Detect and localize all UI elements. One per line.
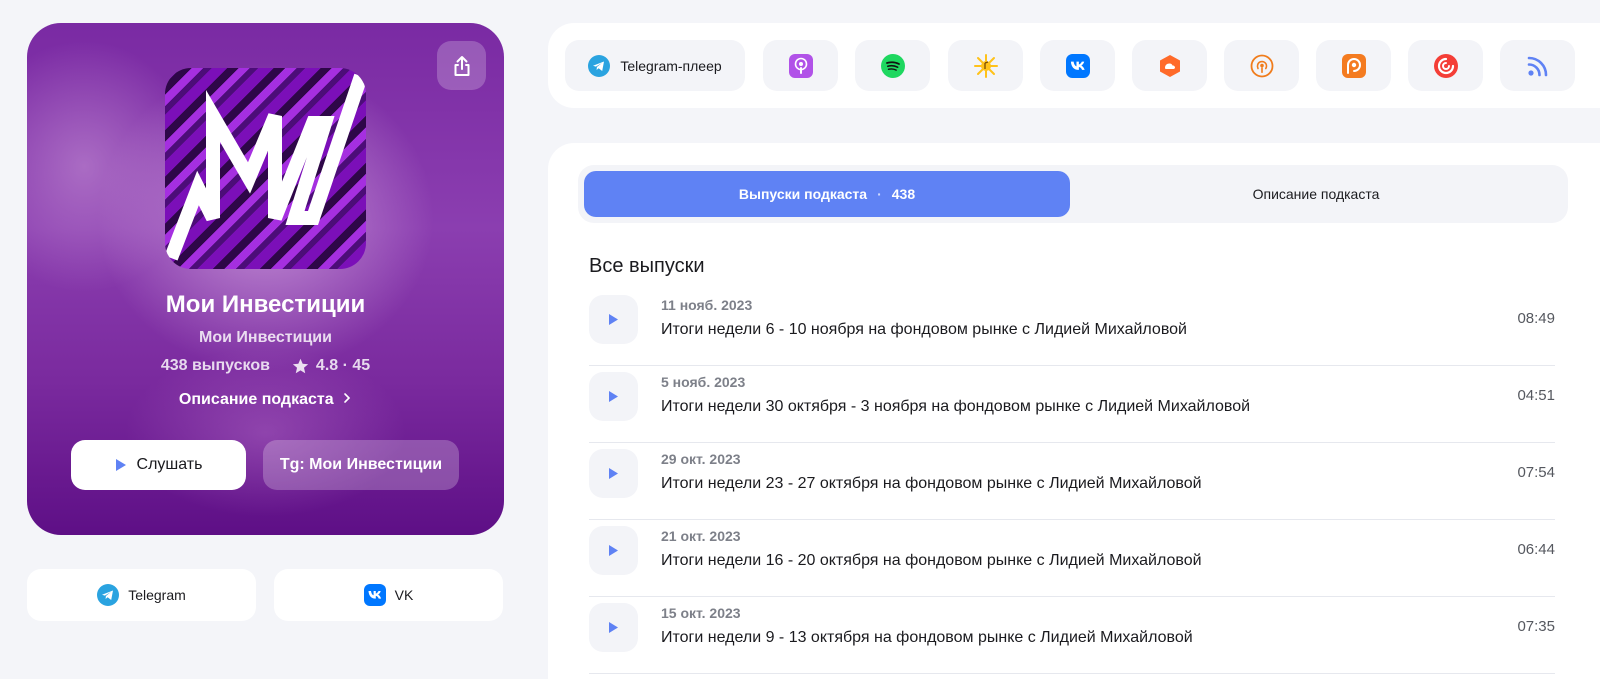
star-icon (292, 358, 309, 374)
podcast-antenna-icon (1250, 54, 1273, 77)
episode-row[interactable]: 11 нояб. 2023 Итоги недели 6 - 10 ноября… (589, 289, 1555, 366)
tab-episodes-label: Выпуски подкаста (738, 186, 868, 202)
tab-description[interactable]: Описание подкаста (1070, 171, 1562, 217)
soundstream-icon (1159, 54, 1180, 77)
description-link[interactable]: Описание подкаста (27, 391, 504, 409)
episode-duration: 08:49 (1517, 310, 1555, 327)
vk-icon (1065, 53, 1090, 78)
play-icon (115, 459, 126, 471)
platform-soundstream[interactable] (1132, 40, 1207, 91)
platform-telegram-player-label: Telegram-плеер (620, 57, 722, 74)
episode-list: 11 нояб. 2023 Итоги недели 6 - 10 ноября… (589, 289, 1555, 674)
play-icon (609, 545, 618, 556)
episode-title[interactable]: Итоги недели 30 октября - 3 ноября на фо… (661, 398, 1250, 416)
pocket-casts-icon (1433, 53, 1458, 78)
episode-play-button[interactable] (589, 603, 638, 652)
chevron-right-icon (344, 393, 351, 403)
platform-telegram-player[interactable]: Telegram-плеер (565, 40, 745, 91)
episode-date: 15 окт. 2023 (661, 605, 741, 621)
telegram-link-button[interactable]: Telegram (27, 569, 256, 621)
platform-rss[interactable] (1500, 40, 1575, 91)
yandex-music-icon (973, 53, 998, 78)
episode-play-button[interactable] (589, 449, 638, 498)
section-title: Все выпуски (589, 255, 705, 277)
platform-yandex-music[interactable] (948, 40, 1023, 91)
podcast-author: Мои Инвестиции (199, 329, 332, 346)
tab-episodes[interactable]: Выпуски подкаста · 438 (584, 171, 1070, 217)
listen-label: Слушать (136, 456, 203, 473)
podcast-title: Мои Инвестиции (165, 291, 366, 318)
spotify-icon (880, 53, 905, 78)
platform-podcast-antenna[interactable] (1224, 40, 1299, 91)
listen-button[interactable]: Слушать (71, 440, 246, 490)
apple-podcasts-icon (788, 53, 813, 78)
episode-duration: 07:54 (1517, 464, 1555, 481)
episodes-panel: Выпуски подкаста · 438 Описание подкаста… (548, 143, 1600, 679)
episode-play-button[interactable] (589, 372, 638, 421)
tab-separator: · (877, 186, 882, 202)
tab-bar: Выпуски подкаста · 438 Описание подкаста (578, 165, 1568, 223)
episode-duration: 06:44 (1517, 541, 1555, 558)
episode-title[interactable]: Итоги недели 16 - 20 октября на фондовом… (661, 552, 1202, 570)
platform-spotify[interactable] (855, 40, 930, 91)
platforms-bar: Telegram-плеер (548, 23, 1600, 108)
podcast-logo-icon (165, 73, 366, 261)
episodes-count: 438 выпусков (160, 357, 270, 374)
play-icon (609, 314, 618, 325)
episode-date: 5 нояб. 2023 (661, 374, 746, 390)
rating-value: 4.8 · 45 (315, 357, 371, 374)
share-button[interactable] (437, 41, 486, 90)
episode-title[interactable]: Итоги недели 9 - 13 октября на фондовом … (661, 629, 1193, 647)
episode-date: 29 окт. 2023 (661, 451, 741, 467)
play-icon (609, 468, 618, 479)
share-icon (454, 55, 469, 76)
episode-row[interactable]: 15 окт. 2023 Итоги недели 9 - 13 октября… (589, 597, 1555, 674)
platform-apple-podcasts[interactable] (763, 40, 838, 91)
telegram-channel-button[interactable]: Tg: Мои Инвестиции (263, 440, 459, 490)
play-icon (609, 622, 618, 633)
episode-duration: 04:51 (1517, 387, 1555, 404)
episode-play-button[interactable] (589, 295, 638, 344)
platform-pocket-casts[interactable] (1408, 40, 1483, 91)
podcast-cover (165, 68, 366, 269)
podcast-addict-icon (1341, 53, 1366, 78)
vk-icon (363, 584, 386, 606)
episode-date: 21 окт. 2023 (661, 528, 741, 544)
episode-play-button[interactable] (589, 526, 638, 575)
rss-icon (1527, 56, 1547, 76)
episode-title[interactable]: Итоги недели 23 - 27 октября на фондовом… (661, 475, 1202, 493)
platform-vk[interactable] (1040, 40, 1115, 91)
tab-episodes-count: 438 (891, 186, 916, 202)
vk-link-label: VK (394, 587, 414, 603)
podcast-stats: 438 выпусков 4.8 · 45 (27, 357, 504, 375)
telegram-link-label: Telegram (128, 587, 186, 603)
episode-row[interactable]: 5 нояб. 2023 Итоги недели 30 октября - 3… (589, 366, 1555, 443)
podcast-card: Мои Инвестиции Мои Инвестиции 438 выпуск… (27, 23, 504, 535)
rating: 4.8 · 45 (292, 357, 370, 375)
episode-date: 11 нояб. 2023 (661, 297, 753, 313)
episode-duration: 07:35 (1517, 618, 1555, 635)
episode-title[interactable]: Итоги недели 6 - 10 ноября на фондовом р… (661, 321, 1187, 339)
episode-row[interactable]: 21 окт. 2023 Итоги недели 16 - 20 октябр… (589, 520, 1555, 597)
description-link-label: Описание подкаста (178, 391, 334, 408)
telegram-icon (97, 584, 120, 606)
platform-podcast-addict[interactable] (1316, 40, 1391, 91)
play-icon (609, 391, 618, 402)
vk-link-button[interactable]: VK (274, 569, 503, 621)
episode-row[interactable]: 29 окт. 2023 Итоги недели 23 - 27 октябр… (589, 443, 1555, 520)
telegram-icon (588, 54, 611, 77)
